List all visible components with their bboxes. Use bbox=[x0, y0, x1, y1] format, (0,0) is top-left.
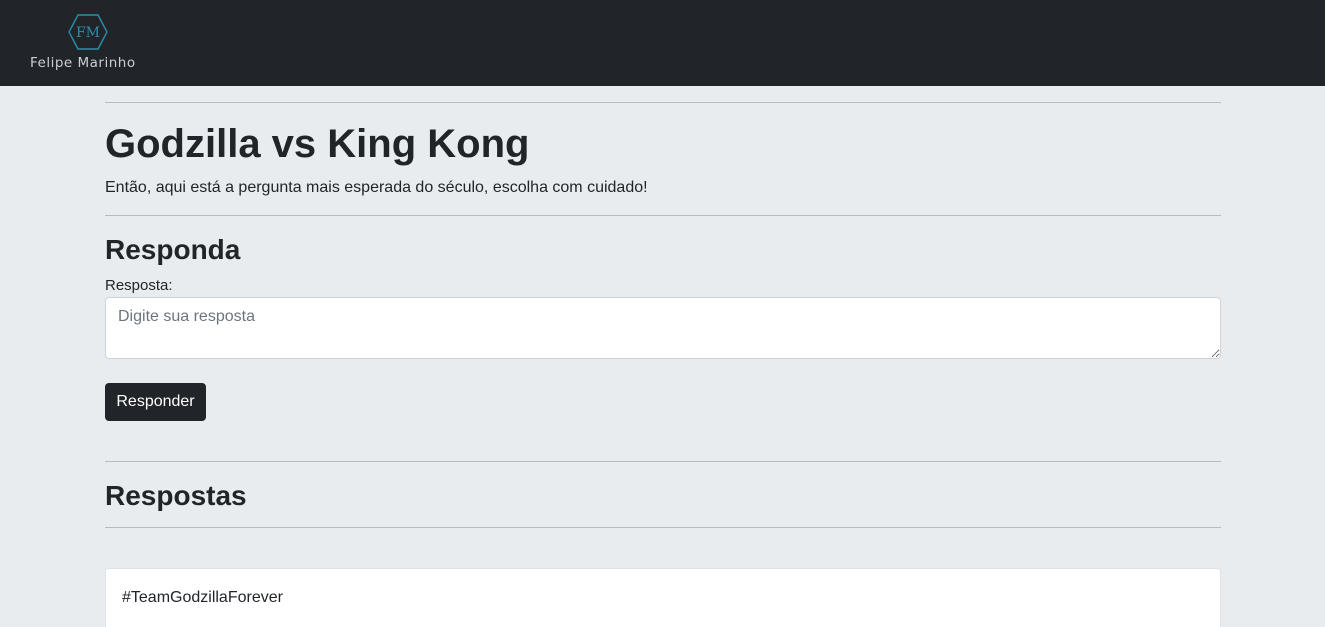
question-title: Godzilla vs King Kong bbox=[105, 122, 530, 166]
divider bbox=[105, 527, 1221, 528]
brand-monogram-icon: FM bbox=[68, 14, 108, 50]
answers-heading: Respostas bbox=[105, 480, 247, 511]
navbar: FM Felipe Marinho bbox=[0, 0, 1325, 86]
answer-text: #TeamGodzillaForever bbox=[122, 589, 283, 606]
divider bbox=[105, 215, 1221, 216]
svg-text:FM: FM bbox=[76, 25, 100, 41]
answer-card: #TeamGodzillaForever bbox=[105, 568, 1221, 627]
answer-textarea[interactable] bbox=[105, 297, 1221, 359]
answer-form-heading: Responda bbox=[105, 234, 241, 265]
submit-answer-button[interactable]: Responder bbox=[105, 383, 206, 421]
divider bbox=[105, 102, 1221, 103]
divider bbox=[105, 461, 1221, 462]
brand-name: Felipe Marinho bbox=[30, 55, 136, 71]
answer-field-label: Resposta: bbox=[105, 277, 173, 294]
question-description: Então, aqui está a pergunta mais esperad… bbox=[105, 179, 648, 196]
brand-logo-link[interactable]: FM Felipe Marinho bbox=[30, 12, 145, 74]
